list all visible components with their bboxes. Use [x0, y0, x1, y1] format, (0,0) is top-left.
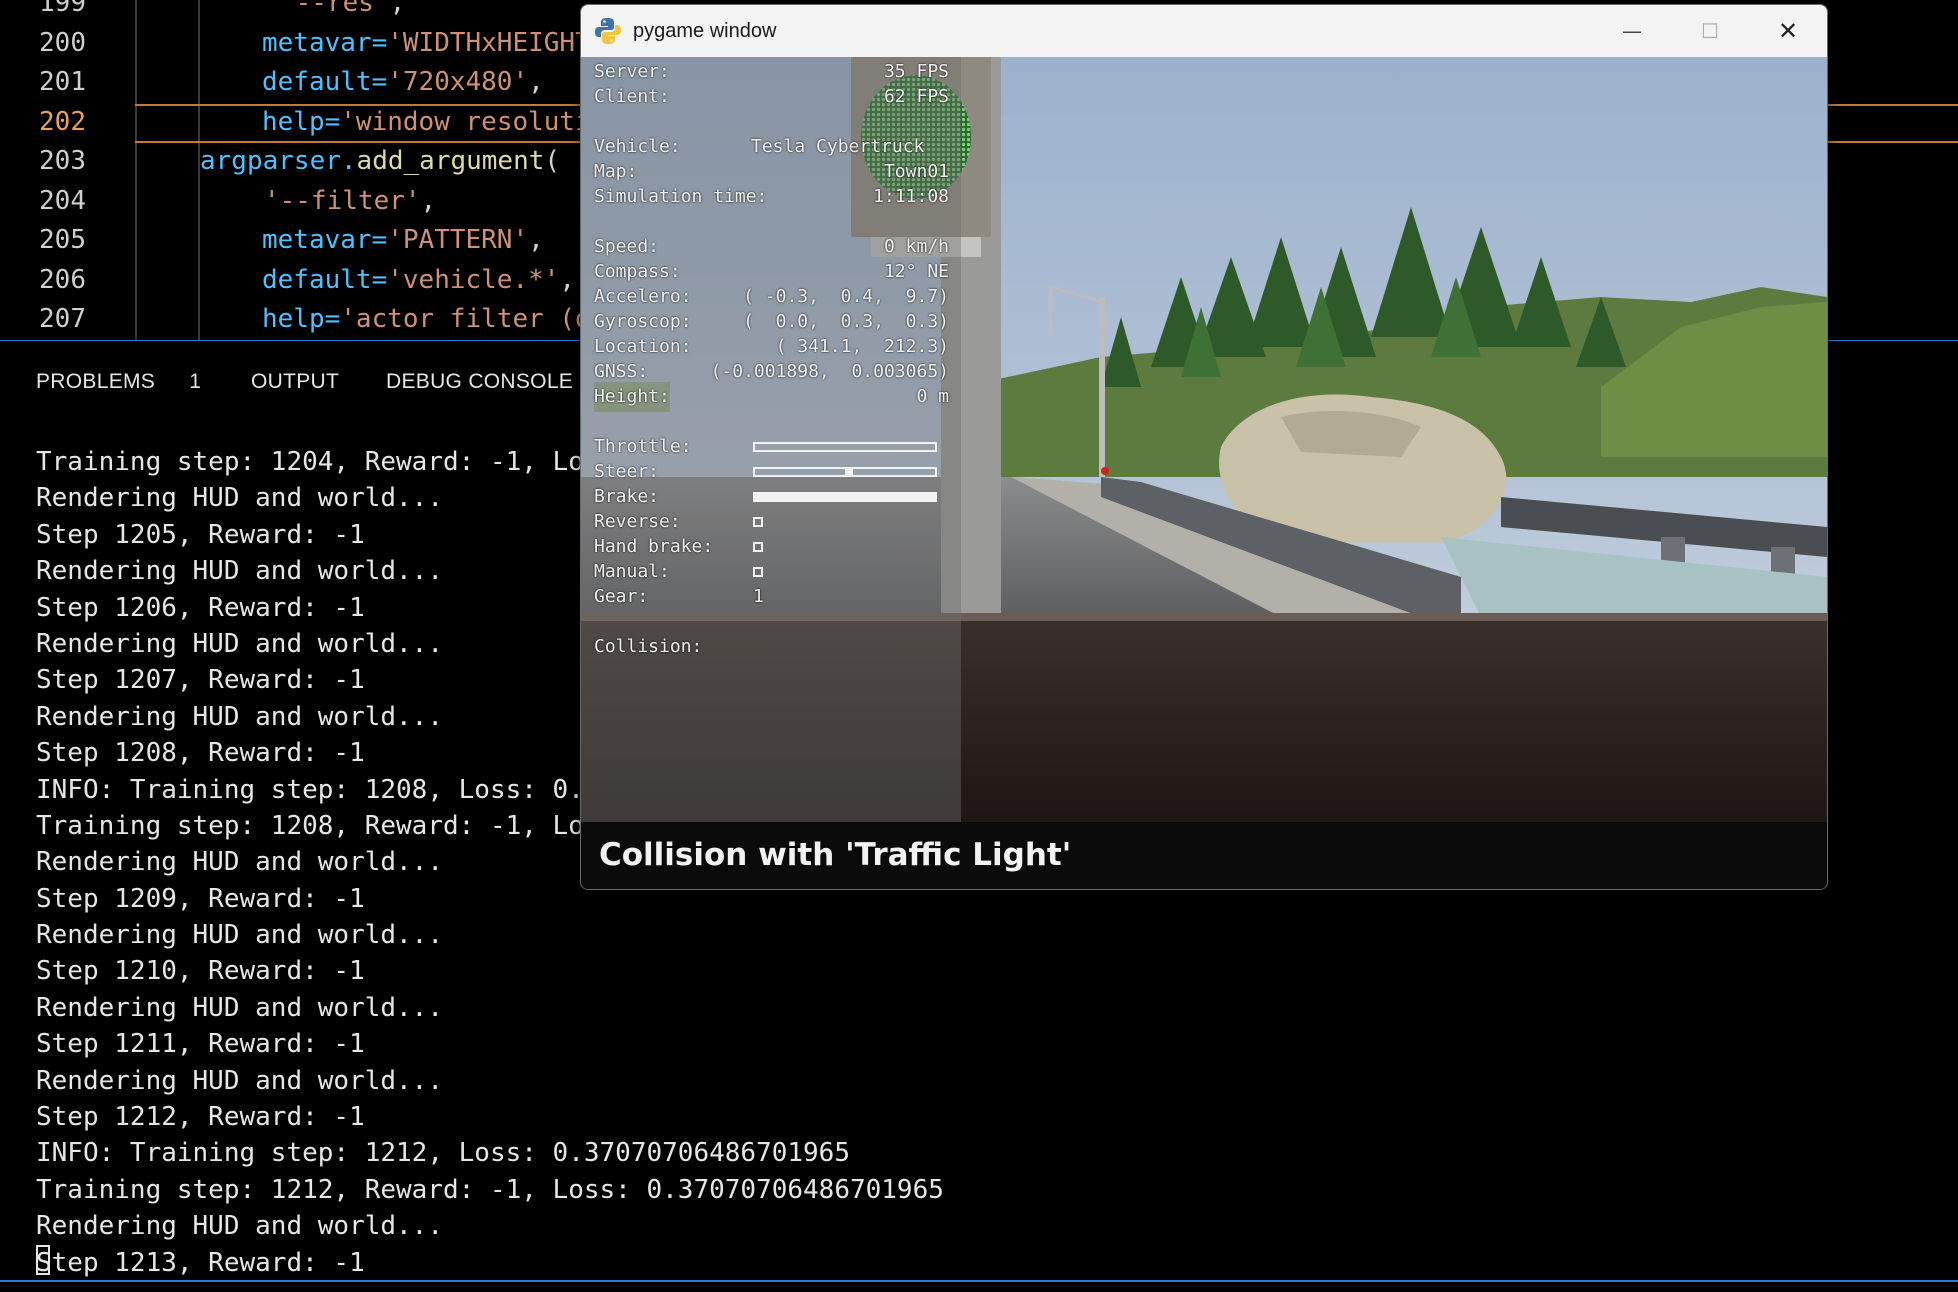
code-token: '--res' [280, 0, 390, 18]
terminal-cursor [36, 1245, 50, 1275]
terminal-line: Training step: 1212, Reward: -1, Loss: 0… [36, 1174, 944, 1205]
line-number: 200 [39, 27, 86, 58]
brake-bar [753, 492, 937, 502]
steer-marker [845, 469, 854, 475]
hud-gnss-value: (-0.001898, 0.003065) [710, 361, 949, 382]
code-text: '--filter', [264, 182, 436, 221]
status-bar-border [0, 1280, 1958, 1282]
close-icon: ✕ [1777, 17, 1799, 45]
code-token: ( [544, 146, 561, 176]
line-number: 207 [39, 304, 86, 334]
code-text: default='720x480', [262, 63, 544, 102]
notification-text: Collision with 'Traffic Light' [599, 837, 1072, 873]
hud-client-value: 62 FPS [883, 86, 949, 107]
terminal-line: Step 1212, Reward: -1 [36, 1102, 365, 1133]
game-viewport[interactable]: Server: 35 FPS Client: 62 FPS Vehicle: T… [581, 57, 1827, 822]
hud-panel: Server: 35 FPS Client: 62 FPS Vehicle: T… [581, 57, 961, 822]
hud-height-label: Height: [594, 382, 670, 412]
minimize-button[interactable]: — [1593, 5, 1671, 57]
terminal-line: Rendering HUD and world... [36, 1211, 443, 1242]
minimize-icon: — [1622, 19, 1642, 43]
code-token: help= [262, 304, 341, 334]
steer-bar [753, 467, 937, 477]
code-token: '--filter' [264, 185, 421, 216]
hud-collision-label: Collision: [594, 636, 703, 657]
line-number: 201 [39, 67, 86, 97]
code-token: '720x480' [387, 67, 529, 97]
code-token: 'WIDTHxHEIGHT' [387, 27, 607, 58]
reverse-checkbox [753, 517, 763, 527]
terminal-line: Step 1211, Reward: -1 [36, 1029, 365, 1060]
tab-problems[interactable]: PROBLEMS 1 [36, 352, 201, 412]
code-token: , [528, 67, 544, 97]
tab-output[interactable]: OUTPUT [251, 352, 339, 412]
maximize-icon: ☐ [1701, 19, 1719, 43]
line-number: 204 [39, 185, 86, 216]
code-token: , [420, 185, 437, 216]
hud-gear-label: Gear: [594, 586, 649, 607]
code-token: 'PATTERN' [387, 225, 529, 255]
terminal-line: Step 1213, Reward: -1 [36, 1247, 365, 1278]
line-number: 203 [39, 146, 86, 176]
code-text: '--res', [280, 0, 405, 23]
terminal-line: Rendering HUD and world... [36, 992, 443, 1023]
code-token: 'vehicle.*' [387, 264, 560, 295]
code-token: , [528, 225, 544, 255]
manual-checkbox [753, 567, 763, 577]
line-number: 199 [39, 0, 86, 18]
code-token: argparser. [200, 146, 357, 176]
tab-debug-console[interactable]: DEBUG CONSOLE [386, 352, 573, 412]
throttle-bar [753, 442, 937, 452]
code-token: , [559, 264, 576, 295]
code-token: help= [262, 106, 341, 137]
close-button[interactable]: ✕ [1749, 5, 1827, 57]
collision-notification: Collision with 'Traffic Light' [581, 822, 1827, 889]
code-text: metavar='PATTERN', [262, 221, 544, 260]
maximize-button[interactable]: ☐ [1671, 5, 1749, 57]
code-token: metavar= [262, 225, 388, 255]
window-title: pygame window [633, 20, 777, 42]
code-token: default= [262, 264, 388, 295]
code-token: metavar= [262, 27, 388, 58]
terminal-line: INFO: Training step: 1212, Loss: 0.37070… [36, 1138, 850, 1169]
code-text: default='vehicle.*', [262, 261, 575, 300]
window-titlebar[interactable]: pygame window — ☐ ✕ [581, 5, 1827, 57]
hud-client-label: Client: [594, 86, 670, 107]
line-number: 202 [39, 106, 86, 137]
tab-output-label: OUTPUT [251, 370, 340, 393]
code-text: argparser.add_argument( [200, 142, 560, 181]
pygame-window[interactable]: pygame window — ☐ ✕ Server: 35 FPS Clien… [580, 4, 1828, 890]
terminal-line: Rendering HUD and world... [36, 920, 443, 951]
tab-problems-label: PROBLEMS [36, 370, 156, 393]
code-token: default= [262, 67, 388, 97]
python-icon [595, 17, 621, 45]
brake-bar-fill [755, 494, 935, 500]
code-text: metavar='WIDTHxHEIGHT', [262, 24, 622, 63]
code-token: add_argument [356, 146, 545, 176]
problems-count-badge: 1 [189, 370, 202, 393]
line-number: 205 [39, 225, 86, 255]
tab-debug-console-label: DEBUG CONSOLE [386, 370, 574, 393]
line-number: 206 [39, 264, 86, 295]
terminal-line: Rendering HUD and world... [36, 1065, 443, 1096]
hud-gear-value: 1 [753, 586, 764, 607]
hud-sim-time-label: Simulation time: [594, 186, 768, 207]
hud-sim-time-value: 1:11:08 [873, 186, 949, 207]
hand-brake-checkbox [753, 542, 763, 552]
hud-height-value: 0 m [916, 386, 949, 407]
code-token: , [389, 0, 406, 18]
terminal-line: Step 1210, Reward: -1 [36, 956, 365, 987]
